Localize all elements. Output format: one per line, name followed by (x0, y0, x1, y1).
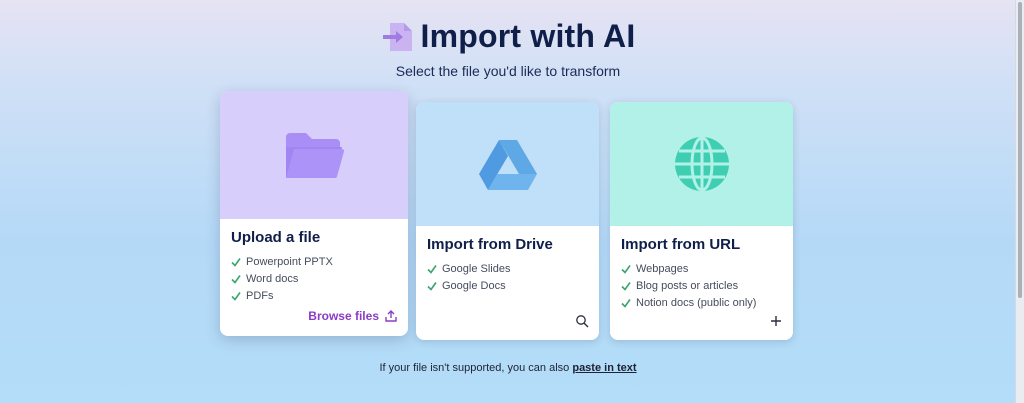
feature-label: Webpages (636, 262, 689, 275)
upload-icon (385, 310, 397, 322)
feature-item: Powerpoint PPTX (231, 253, 397, 270)
plus-icon (771, 316, 781, 326)
search-icon (576, 315, 589, 328)
feature-item: Google Docs (427, 277, 588, 294)
feature-label: Powerpoint PPTX (246, 255, 333, 268)
feature-label: PDFs (246, 289, 274, 302)
feature-item: Webpages (621, 260, 782, 277)
drive-card-title: Import from Drive (427, 236, 553, 253)
upload-file-card[interactable]: Upload a file Powerpoint PPTX Word docs … (220, 91, 408, 336)
add-url-button[interactable] (769, 314, 783, 328)
check-icon (427, 264, 437, 274)
feature-label: Google Docs (442, 279, 506, 292)
upload-card-banner (220, 91, 408, 219)
folder-icon (286, 133, 344, 179)
google-drive-icon (478, 140, 537, 190)
feature-item: Google Slides (427, 260, 588, 277)
file-import-icon (382, 22, 412, 51)
feature-label: Word docs (246, 272, 299, 285)
check-icon (621, 298, 631, 308)
check-icon (621, 264, 631, 274)
feature-label: Notion docs (public only) (636, 296, 757, 309)
import-drive-card[interactable]: Import from Drive Google Slides Google D… (416, 102, 599, 340)
check-icon (621, 281, 631, 291)
footer-text: If your file isn't supported, you can al… (379, 362, 570, 374)
drive-search-button[interactable] (575, 314, 589, 328)
footer-note: If your file isn't supported, you can al… (0, 362, 1016, 374)
check-icon (231, 291, 241, 301)
page-title: Import with AI (420, 18, 636, 54)
import-url-card[interactable]: Import from URL Webpages Blog posts or a… (610, 102, 793, 340)
page-subtitle: Select the file you'd like to transform (395, 63, 621, 79)
feature-item: Notion docs (public only) (621, 294, 782, 311)
globe-icon (674, 136, 729, 192)
feature-item: Blog posts or articles (621, 277, 782, 294)
upload-card-title: Upload a file (231, 229, 321, 246)
check-icon (427, 281, 437, 291)
feature-label: Google Slides (442, 262, 511, 275)
browse-files-button[interactable]: Browse files (308, 309, 398, 323)
check-icon (231, 257, 241, 267)
paste-in-text-link[interactable]: paste in text (572, 362, 636, 374)
url-card-title: Import from URL (621, 236, 741, 253)
feature-label: Blog posts or articles (636, 279, 739, 292)
feature-item: Word docs (231, 270, 397, 287)
url-card-banner (610, 102, 793, 226)
feature-item: PDFs (231, 287, 397, 304)
check-icon (231, 274, 241, 284)
drive-card-banner (416, 102, 599, 226)
scrollbar-thumb[interactable] (1018, 2, 1022, 298)
page-header: Import with AI (0, 18, 1016, 55)
scrollbar[interactable] (1015, 0, 1024, 403)
browse-files-label: Browse files (308, 309, 379, 323)
